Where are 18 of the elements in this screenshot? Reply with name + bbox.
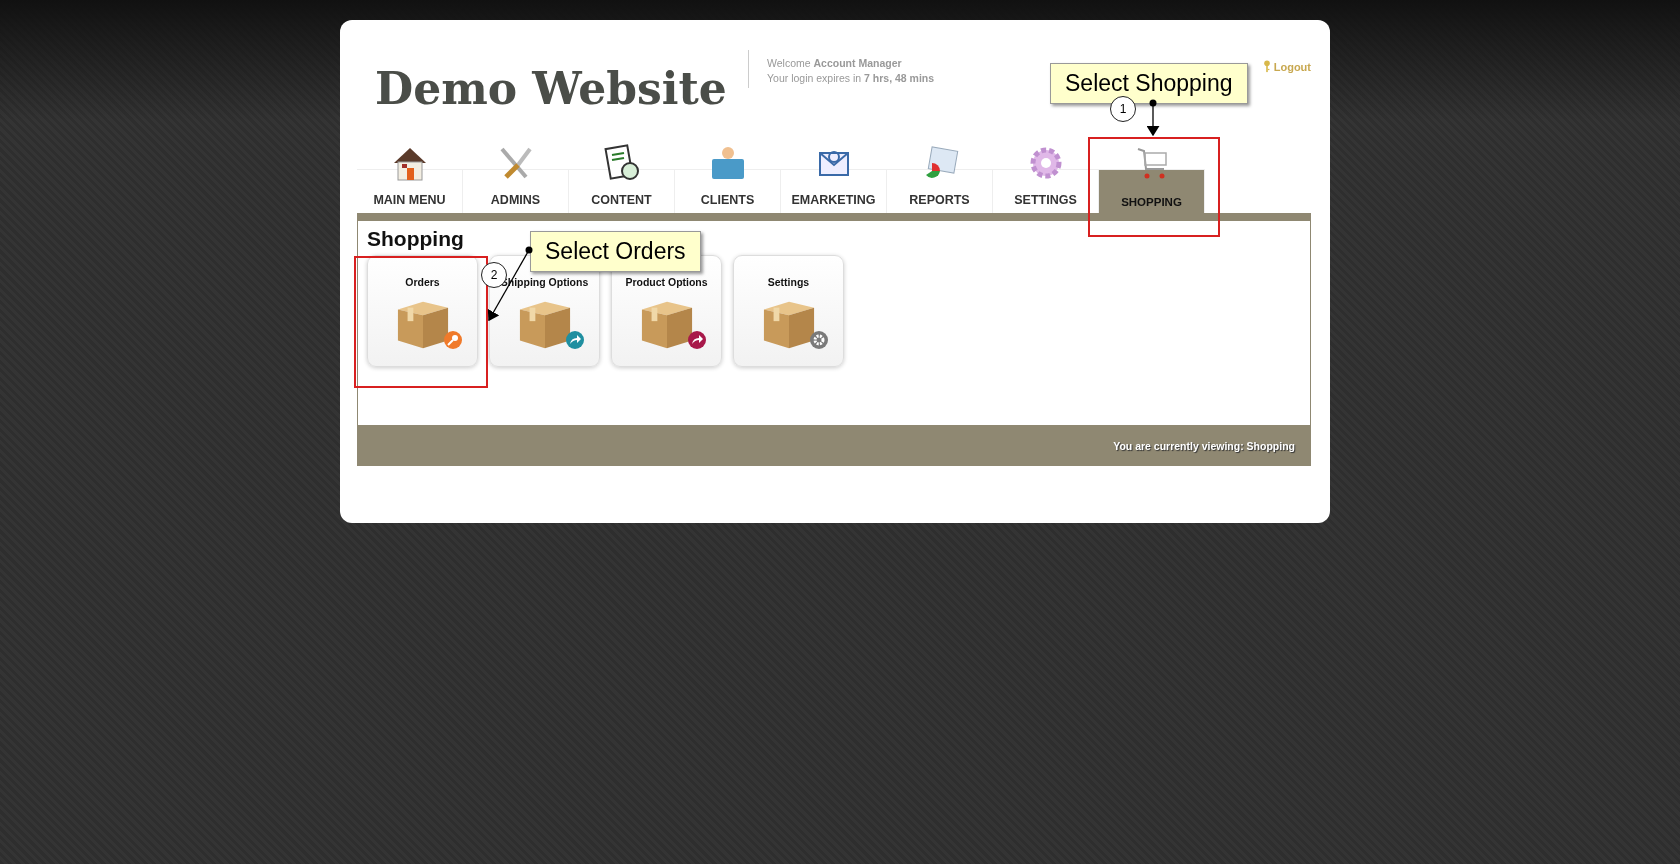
site-logo: Demo Website <box>375 63 728 114</box>
nav-tab[interactable]: SHOPPING <box>1099 169 1205 213</box>
login-expiry-text: Your login expires in 7 hrs, 48 mins <box>767 71 935 86</box>
nav-tab[interactable]: SETTINGS <box>993 169 1099 213</box>
nav-tab[interactable]: CLIENTS <box>675 169 781 213</box>
section-title: Shopping <box>367 227 464 251</box>
callout-label: Select Shopping <box>1050 63 1248 104</box>
nav-tab[interactable]: MAIN MENU <box>357 169 463 213</box>
nav-tab[interactable]: ADMINS <box>463 169 569 213</box>
pointer-arrow <box>1146 99 1160 137</box>
welcome-text: Welcome Account Manager <box>767 56 903 71</box>
nav-tab[interactable]: EMARKETING <box>781 169 887 213</box>
callout-label: Select Orders <box>530 231 701 272</box>
status-text: You are currently viewing: Shopping <box>1113 439 1295 452</box>
tile-button[interactable]: Orders <box>367 255 478 367</box>
key-icon <box>1262 60 1271 73</box>
tile-button[interactable]: Settings <box>733 255 844 367</box>
nav-tab[interactable]: REPORTS <box>887 169 993 213</box>
